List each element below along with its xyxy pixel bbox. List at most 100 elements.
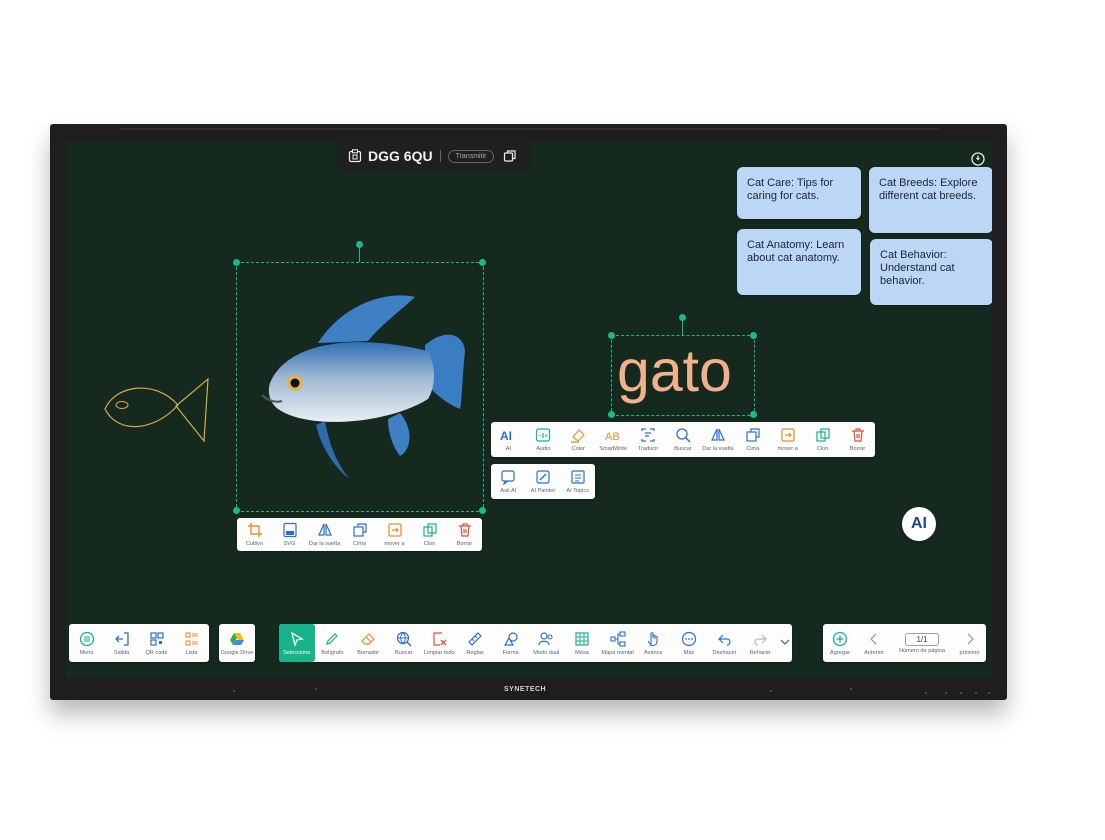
toolbar-expand-button[interactable] <box>778 624 792 662</box>
resize-handle-tl[interactable] <box>233 259 240 266</box>
tool-label: Cima <box>746 446 760 452</box>
resize-handle-bl[interactable] <box>233 507 240 514</box>
image-svg-button[interactable]: SVG <box>272 518 307 551</box>
trash-icon <box>458 523 471 537</box>
tool-label: Clon <box>423 541 436 547</box>
flip-icon <box>710 428 725 441</box>
shape-icon <box>503 631 518 646</box>
next-page-button[interactable]: próximo <box>953 624 986 662</box>
main-avance-button[interactable]: Avance <box>635 624 671 662</box>
text-rotate-handle[interactable] <box>679 314 686 321</box>
main-limpiar-todo-button[interactable]: Limpiar todo <box>422 624 458 662</box>
bring-to-top-icon <box>352 523 367 537</box>
main-mapa-mental-button[interactable]: Mapa mental <box>600 624 636 662</box>
text-handle-bl[interactable] <box>608 411 615 418</box>
exit-icon <box>114 631 129 646</box>
room-title-bar: DGG 6QU Transmitir <box>338 141 530 171</box>
brand-logo: SYNETECH <box>504 686 547 693</box>
ai-icon: AI <box>500 429 512 443</box>
image-mover-a-button[interactable]: mover a <box>377 518 412 551</box>
text-smartwrite-button[interactable]: AB SmartWrite <box>596 422 631 457</box>
fish-image[interactable] <box>250 291 470 491</box>
main-reglas-button[interactable]: Reglas <box>457 624 493 662</box>
image-cima-button[interactable]: Cima <box>342 518 377 551</box>
text-cima-button[interactable]: Cima <box>735 422 770 457</box>
resize-handle-br[interactable] <box>479 507 486 514</box>
ruler-icon <box>468 631 482 646</box>
main-forma-button[interactable]: Forma <box>493 624 529 662</box>
main-borrador-button[interactable]: Borrador <box>350 624 386 662</box>
image-cultivo-button[interactable]: Cultivo <box>237 518 272 551</box>
tool-label: Reglas <box>466 649 484 656</box>
main-deshacer-button[interactable]: Deshacer <box>707 624 743 662</box>
window-switch-icon[interactable] <box>503 149 517 163</box>
move-to-icon <box>781 428 795 442</box>
sticky-note-cat-anatomy[interactable]: Cat Anatomy: Learn about cat anatomy. <box>737 229 861 295</box>
whiteboard-canvas[interactable]: DGG 6QU Transmitir Cat Care: Tips for ca… <box>66 141 992 678</box>
text-traducir-button[interactable]: Traducir <box>631 422 666 457</box>
text-mover-a-button[interactable]: mover a <box>770 422 805 457</box>
ai-ask-ai-button[interactable]: Ask AI <box>491 464 526 499</box>
clone-icon <box>422 523 437 537</box>
tool-label: Limpiar todo <box>423 649 455 656</box>
text-handle-br[interactable] <box>750 411 757 418</box>
canvas-text-gato[interactable]: gato <box>617 331 732 411</box>
main-seleccione-button[interactable]: Seleccione <box>279 624 315 662</box>
text-dar-la-vuelta-button[interactable]: Dar la vuelta <box>700 422 735 457</box>
bottom-lista-button[interactable]: Lista <box>174 624 209 662</box>
rotate-handle[interactable] <box>356 241 363 248</box>
transmit-button[interactable]: Transmitir <box>447 149 495 163</box>
text-color-button[interactable]: Color <box>561 422 596 457</box>
text-audio-button[interactable]: Audio <box>526 422 561 457</box>
image-borrar-button[interactable]: Borrar <box>447 518 482 551</box>
tool-label: QR code <box>145 649 168 656</box>
text-ai-button[interactable]: AI AI <box>491 422 526 457</box>
tool-label: Buscar <box>674 446 692 452</box>
room-icon <box>348 149 362 163</box>
search-icon <box>676 428 691 443</box>
tool-label: Bolígrafo <box>321 649 344 656</box>
resize-handle-tr[interactable] <box>479 259 486 266</box>
ai-submenu: Ask AI AI Painter AI Topics <box>491 464 595 499</box>
ai-assistant-button[interactable]: AI <box>902 507 936 541</box>
sync-icon[interactable] <box>970 151 986 167</box>
image-context-toolbar: Cultivo SVG Dar la vuelta Cima mover a Clon Bo… <box>237 518 482 551</box>
main-m-s-button[interactable]: Más <box>671 624 707 662</box>
eraser-icon <box>361 632 375 645</box>
page-number-control[interactable]: 1/1 Número de página <box>891 624 953 662</box>
sticky-note-cat-breeds[interactable]: Cat Breeds: Explore different cat breeds… <box>869 167 992 233</box>
translate-icon <box>641 428 655 442</box>
text-buscar-button[interactable]: Buscar <box>666 422 701 457</box>
text-clon-button[interactable]: Clon <box>805 422 840 457</box>
tool-label: mover a <box>384 541 405 547</box>
text-borrar-button[interactable]: Borrar <box>840 422 875 457</box>
bezel-sensor-dot <box>850 688 852 690</box>
text-handle-tr[interactable] <box>750 332 757 339</box>
image-dar-la-vuelta-button[interactable]: Dar la vuelta <box>307 518 342 551</box>
main-modo-dual-button[interactable]: Modo dual <box>528 624 564 662</box>
undo-icon <box>717 634 731 646</box>
ai-ai-painter-button[interactable]: AI Painter <box>526 464 561 499</box>
image-clon-button[interactable]: Clon <box>412 518 447 551</box>
tool-label: Audio <box>536 446 551 452</box>
fish-sketch-drawing[interactable] <box>100 373 212 445</box>
previous-page-button[interactable]: Anterior <box>857 624 891 662</box>
bottom-men-button[interactable]: Menú <box>69 624 104 662</box>
tool-label: AI <box>505 446 512 452</box>
ai-ai-topics-button[interactable]: AI Topics <box>560 464 595 499</box>
bottom-salida-button[interactable]: Salida <box>104 624 139 662</box>
chevron-left-icon <box>870 633 877 644</box>
main-bol-grafo-button[interactable]: Bolígrafo <box>315 624 351 662</box>
google-drive-button[interactable]: Google Drive <box>219 624 255 662</box>
bottom-qr-code-button[interactable]: QR code <box>139 624 174 662</box>
main-buscar-button[interactable]: Buscar <box>386 624 422 662</box>
text-handle-tl[interactable] <box>608 332 615 339</box>
tool-label: Traducir <box>637 446 659 452</box>
main-mesa-button[interactable]: Mesa <box>564 624 600 662</box>
tool-label: Modo dual <box>533 649 560 656</box>
sticky-note-cat-care[interactable]: Cat Care: Tips for caring for cats. <box>737 167 861 219</box>
add-page-button[interactable]: Agregar <box>823 624 857 662</box>
audio-icon <box>536 428 551 442</box>
main-rehacer-button[interactable]: Rehacer <box>742 624 778 662</box>
sticky-note-cat-behavior[interactable]: Cat Behavior: Understand cat behavior. <box>870 239 992 305</box>
